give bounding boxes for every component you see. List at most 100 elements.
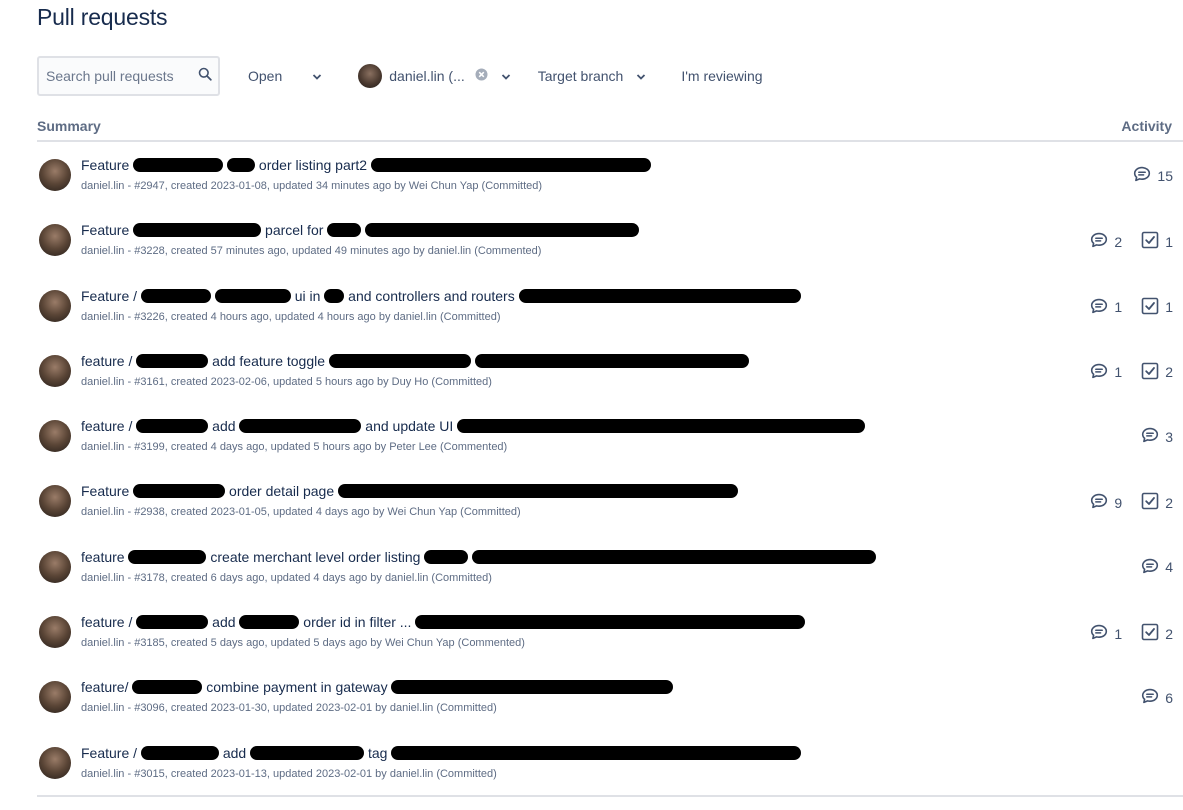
comment-count: 2 xyxy=(1090,232,1122,251)
redacted-text xyxy=(136,353,209,368)
redacted-text xyxy=(133,484,226,499)
pull-request-meta: daniel.lin - #3185, created 5 days ago, … xyxy=(81,637,525,650)
title-text: feature / xyxy=(81,352,133,369)
comment-count-value: 2 xyxy=(1114,233,1123,250)
redacted-text xyxy=(227,158,256,172)
comment-count-value: 3 xyxy=(1165,428,1173,445)
title-text: create merchant level order listing xyxy=(210,548,421,565)
comment-icon xyxy=(1133,166,1151,185)
activity-cell: 3 xyxy=(1141,427,1173,446)
pull-request-meta: daniel.lin - #3228, created 57 minutes a… xyxy=(81,245,542,258)
comment-count: 4 xyxy=(1141,558,1173,577)
title-text: feature / xyxy=(81,418,133,435)
redacted-text xyxy=(391,745,802,760)
comment-count-value: 1 xyxy=(1114,625,1123,642)
pull-request-meta: daniel.lin - #3161, created 2023-02-06, … xyxy=(81,375,492,388)
title-text: tag xyxy=(367,744,388,761)
comment-count-value: 4 xyxy=(1165,559,1173,576)
pull-request-title-link[interactable]: feature / add feature toggle xyxy=(81,353,749,369)
author-filter-dropdown[interactable]: daniel.lin (... xyxy=(358,64,510,88)
title-text: combine payment in gateway xyxy=(206,679,388,696)
pull-request-title-link[interactable]: Feature order listing part2 xyxy=(81,157,651,173)
redacted-text xyxy=(457,419,866,434)
redacted-text xyxy=(327,223,362,238)
title-text: Feature / xyxy=(81,287,138,304)
redacted-text xyxy=(140,288,211,303)
redacted-text xyxy=(133,223,262,238)
comment-count-value: 15 xyxy=(1157,167,1173,184)
pull-request-meta: daniel.lin - #3226, created 4 hours ago,… xyxy=(81,310,501,323)
comment-icon xyxy=(1090,232,1108,251)
activity-column-header: Activity xyxy=(1121,118,1172,134)
comment-count: 15 xyxy=(1133,166,1173,185)
title-text: ... xyxy=(399,614,412,631)
target-branch-label: Target branch xyxy=(537,68,624,84)
pull-request-row[interactable]: feature/ combine payment in gateway dani… xyxy=(37,664,1183,729)
avatar xyxy=(39,420,71,453)
task-count: 2 xyxy=(1141,492,1173,513)
pull-request-title-link[interactable]: Feature parcel for xyxy=(81,222,640,238)
title-text: feature xyxy=(81,548,125,565)
pull-request-title-link[interactable]: feature / add order id in filter ... xyxy=(81,614,806,631)
pull-request-title-link[interactable]: Feature order detail page xyxy=(81,483,738,499)
comment-icon xyxy=(1141,558,1159,577)
title-text: order detail page xyxy=(229,483,335,500)
title-text: Feature xyxy=(81,483,130,500)
state-filter-dropdown[interactable]: Open xyxy=(248,68,322,84)
title-text: add xyxy=(212,614,236,631)
divider xyxy=(37,795,1183,797)
pull-request-meta: daniel.lin - #2947, created 2023-01-08, … xyxy=(81,180,543,192)
comment-count: 1 xyxy=(1090,363,1122,382)
pull-request-row[interactable]: Feature order detail page daniel.lin - #… xyxy=(37,468,1183,533)
task-checkbox-icon xyxy=(1141,297,1159,318)
avatar xyxy=(358,64,383,88)
avatar xyxy=(39,289,71,322)
pull-request-row[interactable]: feature / add feature toggle daniel.lin … xyxy=(37,338,1183,403)
comment-count: 3 xyxy=(1141,427,1173,446)
pull-request-title-link[interactable]: feature / add and update UI xyxy=(81,418,866,435)
pull-request-meta: daniel.lin - #2938, created 2023-01-05, … xyxy=(81,506,521,519)
comment-count: 6 xyxy=(1141,688,1173,707)
task-count-value: 2 xyxy=(1165,625,1173,642)
avatar xyxy=(39,681,71,714)
pull-request-title-link[interactable]: Feature / ui in and controllers and rout… xyxy=(81,288,801,304)
activity-cell: 15 xyxy=(1133,166,1173,185)
pull-request-row[interactable]: feature create merchant level order list… xyxy=(37,534,1183,599)
pull-request-row[interactable]: feature / add order id in filter ... dan… xyxy=(37,599,1183,664)
activity-cell: 11 xyxy=(1090,297,1173,318)
search-field[interactable] xyxy=(37,56,220,96)
redacted-text xyxy=(391,680,674,695)
pull-request-row[interactable]: Feature / add tag daniel.lin - #3015, cr… xyxy=(37,730,1183,795)
task-checkbox-icon xyxy=(1141,492,1159,513)
redacted-text xyxy=(250,745,365,760)
chevron-down-icon xyxy=(501,68,511,84)
task-count: 2 xyxy=(1141,623,1173,644)
title-text: add xyxy=(222,744,247,761)
pull-request-row[interactable]: Feature parcel for daniel.lin - #3228, c… xyxy=(37,207,1183,272)
redacted-text xyxy=(365,223,640,238)
target-branch-dropdown[interactable]: Target branch xyxy=(538,68,647,84)
title-text: add xyxy=(212,418,236,435)
title-text: order listing part2 xyxy=(258,157,368,173)
pull-request-row[interactable]: feature / add and update UI daniel.lin -… xyxy=(37,403,1183,468)
clear-icon[interactable] xyxy=(475,68,488,84)
activity-cell: 21 xyxy=(1090,231,1173,252)
comment-count-value: 9 xyxy=(1114,494,1123,511)
pull-request-row[interactable]: Feature / ui in and controllers and rout… xyxy=(37,273,1183,338)
pull-request-title-link[interactable]: feature/ combine payment in gateway xyxy=(81,679,674,696)
pull-request-title-link[interactable]: Feature / add tag xyxy=(81,744,802,761)
comment-icon xyxy=(1090,363,1108,382)
comment-icon xyxy=(1090,493,1108,512)
author-filter-label: daniel.lin (... xyxy=(389,68,465,84)
title-text: order id in filter xyxy=(303,614,396,631)
pull-request-row[interactable]: Feature order listing part2 daniel.lin -… xyxy=(37,142,1183,207)
search-icon[interactable] xyxy=(198,67,212,86)
redacted-text xyxy=(239,615,300,630)
chevron-down-icon xyxy=(312,68,322,84)
pull-request-meta: daniel.lin - #3199, created 4 days ago, … xyxy=(81,441,508,454)
pull-request-title-link[interactable]: feature create merchant level order list… xyxy=(81,548,877,565)
im-reviewing-button[interactable]: I'm reviewing xyxy=(681,68,762,84)
search-input[interactable] xyxy=(46,68,191,84)
redacted-text xyxy=(132,680,203,695)
redacted-text xyxy=(324,288,345,303)
